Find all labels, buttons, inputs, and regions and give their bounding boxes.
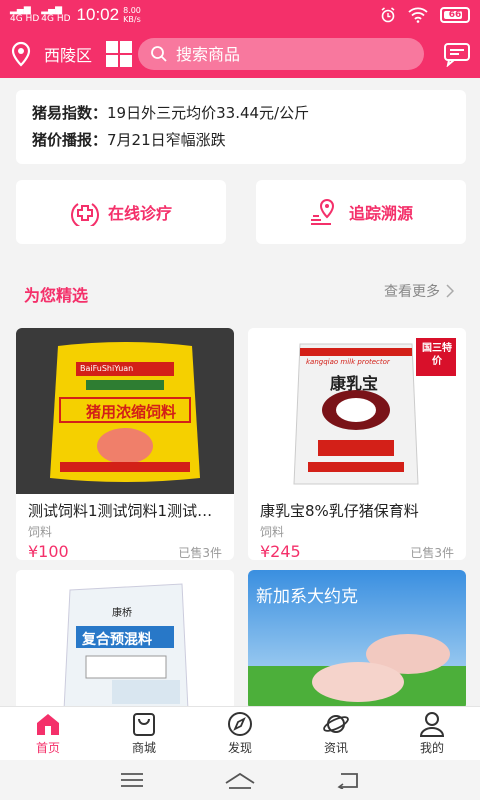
product-image-label: 新加系大约克 [256, 587, 358, 607]
search-input[interactable] [176, 44, 397, 64]
network-speed: 8.00 KB/s [123, 6, 141, 24]
product-image-label: 猪用浓缩饲料 [86, 403, 177, 421]
category-grid-icon[interactable] [106, 41, 133, 67]
product-brand: 康桥 [112, 608, 132, 619]
location-label[interactable]: 西陵区 [44, 42, 92, 66]
product-card[interactable]: 康桥 复合预混料 [16, 570, 234, 710]
product-image[interactable]: 康桥 复合预混料 [16, 570, 234, 710]
see-more-link[interactable]: 查看更多 [384, 281, 454, 301]
status-bar: ▂▄▆ 4G HD ▂▄▆ 4G HD 10:02 8.00 KB/s 66 [0, 0, 480, 30]
status-time: 10:02 [76, 5, 120, 24]
product-category: 饲料 [28, 525, 53, 539]
online-diagnosis-button[interactable]: 在线诊疗 [16, 180, 226, 244]
menu-icon[interactable] [119, 772, 145, 788]
tab-mall[interactable]: 商城 [96, 707, 192, 760]
product-image[interactable]: 新加系大约克 [248, 570, 466, 710]
wifi-icon [408, 7, 428, 23]
bottom-tab-bar: 首页 商城 发现 资讯 我的 [0, 706, 480, 760]
back-icon[interactable] [335, 771, 361, 789]
signal-icon: ▂▄▆ 4G HD [10, 5, 40, 24]
home-nav-icon[interactable] [224, 771, 256, 789]
product-name[interactable]: 测试饲料1测试饲料1测试饲料1 [16, 494, 234, 521]
alarm-icon [381, 7, 395, 23]
product-price: ¥245 [260, 542, 301, 560]
battery-icon: 66 [440, 7, 470, 23]
section-title: 为您精选 [24, 286, 89, 305]
search-icon [151, 46, 167, 62]
product-card[interactable]: 新加系大约克 [248, 570, 466, 710]
signal-icon-2: ▂▄▆ 4G HD [41, 5, 71, 24]
search-bar[interactable] [138, 38, 425, 70]
compass-icon [228, 712, 252, 736]
user-icon [419, 712, 445, 737]
message-icon[interactable] [442, 39, 472, 69]
pig-index-line[interactable]: 猪易指数：19日外三元均价33.44元/公斤 [32, 100, 450, 127]
tab-mine[interactable]: 我的 [384, 707, 480, 760]
tab-news[interactable]: 资讯 [288, 707, 384, 760]
chevron-right-icon [446, 284, 454, 298]
product-sold-count: 已售3件 [178, 546, 222, 560]
medical-cross-icon [71, 200, 99, 226]
tab-home[interactable]: 首页 [0, 707, 96, 760]
product-image[interactable]: BaiFuShiYuan 猪用浓缩饲料 [16, 328, 234, 494]
product-brand: BaiFuShiYuan [80, 364, 134, 373]
product-price: ¥100 [28, 542, 69, 560]
price-report-line[interactable]: 猪价播报：7月21日窄幅涨跌 [32, 127, 450, 154]
product-image-label: 康乳宝 [330, 374, 379, 393]
product-brand: kangqiao milk protector [306, 358, 390, 366]
product-image-label: 复合预混料 [82, 632, 152, 648]
product-name[interactable]: 康乳宝8%乳仔猪保育料 [248, 494, 466, 521]
home-icon [37, 714, 59, 735]
tab-discover[interactable]: 发现 [192, 707, 288, 760]
product-card[interactable]: kangqiao milk protector 康乳宝 国三特价 康乳宝8%乳仔… [248, 328, 466, 560]
shopping-bag-icon [133, 713, 155, 736]
system-navigation-bar [0, 760, 480, 800]
location-trace-icon [310, 198, 334, 225]
trace-origin-button[interactable]: 追踪溯源 [256, 180, 466, 244]
app-header: 西陵区 [0, 30, 480, 78]
location-pin-icon[interactable] [8, 41, 34, 67]
planet-icon [323, 715, 349, 733]
product-card[interactable]: BaiFuShiYuan 猪用浓缩饲料 测试饲料1测试饲料1测试饲料1 饲料 ¥… [16, 328, 234, 560]
product-category: 饲料 [260, 525, 285, 539]
price-news-panel[interactable]: 猪易指数：19日外三元均价33.44元/公斤 猪价播报：7月21日窄幅涨跌 [16, 90, 466, 164]
product-sold-count: 已售3件 [410, 546, 454, 560]
product-image[interactable]: kangqiao milk protector 康乳宝 国三特价 [248, 328, 466, 494]
special-price-badge: 国三特价 [422, 343, 452, 367]
